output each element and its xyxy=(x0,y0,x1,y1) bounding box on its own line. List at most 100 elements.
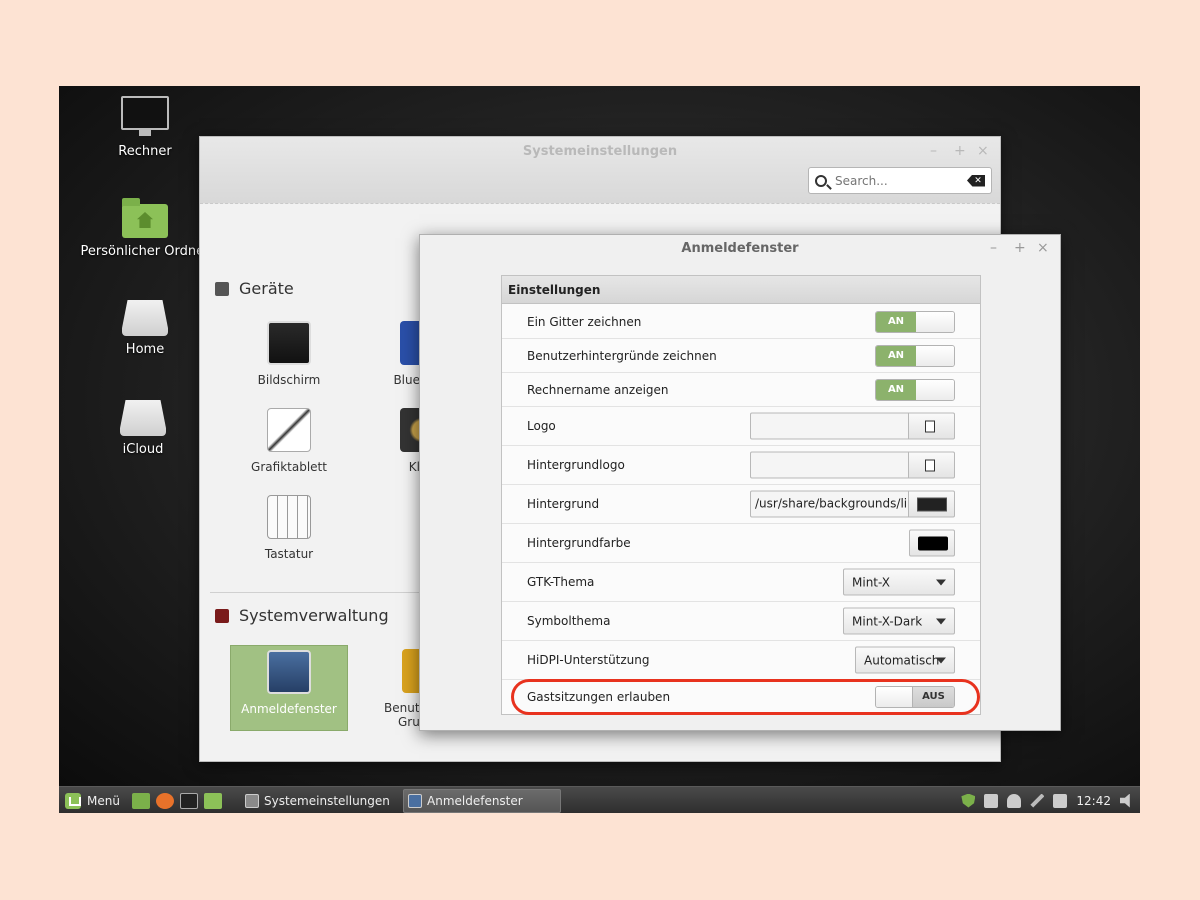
section-title: Systemverwaltung xyxy=(239,606,389,625)
battery-icon[interactable] xyxy=(1053,793,1068,808)
desktop-icon-label: Rechner xyxy=(118,144,172,159)
row-user-backgrounds: Benutzerhintergründe zeichnen AN xyxy=(502,339,980,373)
copy-icon xyxy=(921,456,935,472)
row-background: Hintergrund /usr/share/backgrounds/lin xyxy=(502,485,980,524)
section-title: Geräte xyxy=(239,279,294,298)
mint-logo-icon xyxy=(65,792,81,809)
background-browse-button[interactable] xyxy=(909,490,955,518)
dropdown-value: Automatisch xyxy=(864,653,940,668)
desktop-icon-icloud[interactable]: iCloud xyxy=(73,400,213,457)
taskbar: Menü Systemeinstellungen Anmeldefenster … xyxy=(59,786,1140,813)
maximize-button[interactable]: + xyxy=(1014,240,1026,256)
desktop-icon-home-folder[interactable]: Persönlicher Ordner xyxy=(75,198,215,259)
drive-icon xyxy=(122,300,168,336)
update-icon[interactable] xyxy=(984,793,999,808)
menu-button[interactable]: Menü xyxy=(65,787,120,814)
dropdown-value: Mint-X xyxy=(852,575,890,590)
computer-icon xyxy=(121,96,169,136)
shield-icon[interactable] xyxy=(961,793,976,808)
volume-icon[interactable] xyxy=(1120,793,1130,808)
user-backgrounds-switch[interactable]: AN xyxy=(875,344,955,367)
close-button[interactable]: × xyxy=(1037,240,1049,256)
close-button[interactable]: × xyxy=(977,143,989,159)
settings-item-grafiktablett[interactable]: Grafiktablett xyxy=(230,408,348,474)
desktop-icon-home[interactable]: Home xyxy=(75,300,215,357)
search-box[interactable]: ✕ xyxy=(808,167,992,194)
admin-icon xyxy=(215,608,229,623)
panel-title: Einstellungen xyxy=(502,276,980,304)
background-logo-path-field[interactable] xyxy=(750,451,909,479)
settings-item-bluetooth[interactable]: Blue xyxy=(370,321,444,387)
gtk-theme-dropdown[interactable]: Mint-X xyxy=(843,568,955,596)
section-devices: Geräte xyxy=(215,279,294,298)
grid-switch[interactable]: AN xyxy=(875,310,955,333)
task-label: Systemeinstellungen xyxy=(264,794,390,808)
login-window-icon xyxy=(267,650,311,694)
desktop-icon-rechner[interactable]: Rechner xyxy=(75,96,215,159)
drive-icon xyxy=(120,400,166,436)
item-label: Tastatur xyxy=(264,547,314,561)
clock[interactable]: 12:42 xyxy=(1076,794,1111,808)
settings-item-klang[interactable]: Kl xyxy=(370,408,444,474)
network-icon[interactable] xyxy=(1030,793,1045,808)
item-label: Anmeldefenster xyxy=(241,702,337,716)
guest-sessions-switch[interactable]: AUS xyxy=(875,686,955,708)
settings-item-anmeldefenster[interactable]: Anmeldefenster xyxy=(230,645,348,731)
desktop-icon-label: Home xyxy=(125,342,165,357)
logo-path-field[interactable] xyxy=(750,412,909,440)
settings-item-bildschirm[interactable]: Bildschirm xyxy=(230,321,348,387)
row-hostname: Rechnername anzeigen AN xyxy=(502,373,980,407)
system-tray: 12:42 xyxy=(961,787,1140,814)
dropdown-arrow-icon xyxy=(936,618,946,625)
switch-state: AUS xyxy=(912,687,954,707)
task-system-settings[interactable]: Systemeinstellungen xyxy=(241,789,399,813)
tablet-icon xyxy=(267,408,311,452)
hidpi-dropdown[interactable]: Automatisch xyxy=(855,646,955,674)
row-label: Gastsitzungen erlauben xyxy=(527,690,671,704)
row-label: Hintergrundfarbe xyxy=(527,536,631,550)
row-background-logo: Hintergrundlogo xyxy=(502,446,980,485)
item-label: Benut xyxy=(384,701,420,715)
terminal-icon[interactable] xyxy=(180,792,198,809)
dropdown-arrow-icon xyxy=(936,657,946,664)
firefox-icon[interactable] xyxy=(156,792,174,809)
row-gtk-theme: GTK-Thema Mint-X xyxy=(502,563,980,602)
quick-launch xyxy=(132,787,222,814)
task-login-window[interactable]: Anmeldefenster xyxy=(403,789,561,813)
item-label: Blue xyxy=(393,373,420,387)
icon-theme-dropdown[interactable]: Mint-X-Dark xyxy=(843,607,955,635)
dialog-titlebar[interactable]: Anmeldefenster – + × xyxy=(420,235,1060,263)
background-thumbnail xyxy=(917,497,947,512)
files-icon[interactable] xyxy=(204,792,222,809)
copy-icon xyxy=(921,417,935,433)
settings-item-users[interactable]: Benut Gru xyxy=(384,649,424,729)
switch-state: AN xyxy=(876,345,916,366)
row-hidpi: HiDPI-Unterstützung Automatisch xyxy=(502,641,980,680)
minimize-button[interactable]: – xyxy=(990,240,997,256)
maximize-button[interactable]: + xyxy=(954,143,966,159)
row-label: Hintergrund xyxy=(527,497,600,511)
login-window-dialog: Anmeldefenster – + × Einstellungen Ein G… xyxy=(419,234,1061,731)
settings-panel: Einstellungen Ein Gitter zeichnen AN Ben… xyxy=(501,275,981,715)
show-desktop-icon[interactable] xyxy=(132,792,150,809)
settings-item-tastatur[interactable]: Tastatur xyxy=(230,495,348,561)
background-logo-browse-button[interactable] xyxy=(909,451,955,479)
minimize-button[interactable]: – xyxy=(930,143,937,159)
switch-state: AN xyxy=(876,379,916,400)
devices-icon xyxy=(215,281,229,296)
user-icon[interactable] xyxy=(1007,793,1022,808)
search-icon xyxy=(815,174,827,187)
hostname-switch[interactable]: AN xyxy=(875,378,955,401)
row-grid: Ein Gitter zeichnen AN xyxy=(502,305,980,339)
search-input[interactable] xyxy=(835,173,955,188)
logo-browse-button[interactable] xyxy=(909,412,955,440)
background-path-field[interactable]: /usr/share/backgrounds/lin xyxy=(750,490,909,518)
row-label: Symbolthema xyxy=(527,614,611,628)
row-label: Hintergrundlogo xyxy=(527,458,625,472)
dialog-title: Anmeldefenster xyxy=(681,241,799,256)
background-color-button[interactable] xyxy=(909,529,955,557)
background-logo-file-chooser xyxy=(750,451,955,479)
clear-icon[interactable]: ✕ xyxy=(967,174,985,187)
titlebar[interactable]: Systemeinstellungen – + × ✕ xyxy=(200,137,1000,204)
row-icon-theme: Symbolthema Mint-X-Dark xyxy=(502,602,980,641)
